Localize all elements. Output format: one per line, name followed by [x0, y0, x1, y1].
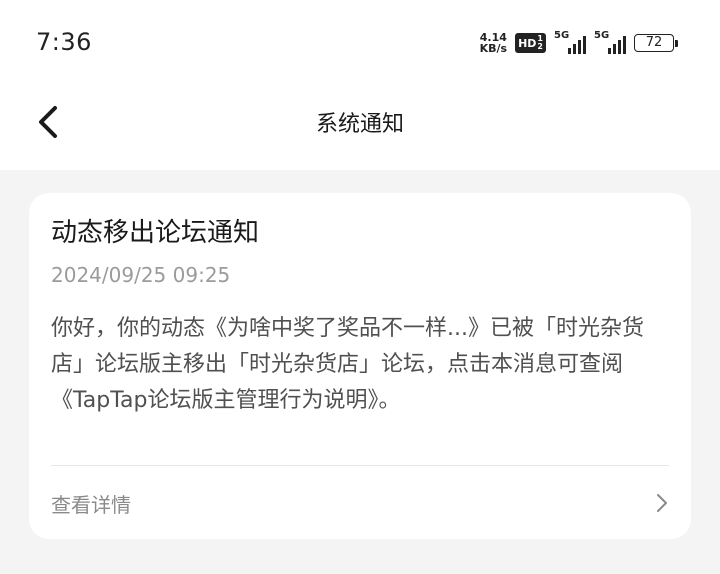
notification-title: 动态移出论坛通知 [51, 218, 260, 248]
signal-sim1-icon: 5G [554, 30, 586, 54]
view-details-button[interactable]: 查看详情 [51, 467, 669, 539]
status-icons: 4.14 KB/s HD 1 2 5G 5G 72 [480, 30, 678, 56]
divider [51, 465, 669, 466]
nav-bar: 系统通知 [0, 86, 720, 170]
sim2-network-type: 5G [594, 30, 610, 41]
network-speed: 4.14 KB/s [480, 32, 507, 54]
signal-sim2-icon: 5G [594, 30, 626, 54]
status-time: 7:36 [36, 28, 92, 56]
notification-time: 2024/09/25 09:25 [51, 263, 231, 287]
status-bar: 7:36 4.14 KB/s HD 1 2 5G 5G 72 [0, 0, 720, 86]
hd-sub-bottom: 2 [537, 42, 543, 51]
battery-level: 72 [634, 34, 674, 52]
chevron-right-icon [657, 494, 667, 512]
notification-body: 你好，你的动态《为啥中奖了奖品不一样...》已被「时光杂货店」论坛版主移出「时光… [51, 316, 644, 413]
hd-voice-icon: HD 1 2 [515, 33, 546, 53]
battery-icon: 72 [634, 34, 678, 52]
hd-label: HD [518, 36, 537, 50]
network-speed-unit: KB/s [479, 42, 508, 55]
page-title: 系统通知 [315, 112, 404, 137]
sim1-network-type: 5G [554, 30, 570, 41]
notification-card[interactable]: 动态移出论坛通知 2024/09/25 09:25 你好，你的动态《为啥中奖了奖… [29, 193, 691, 539]
view-details-label: 查看详情 [51, 492, 131, 517]
